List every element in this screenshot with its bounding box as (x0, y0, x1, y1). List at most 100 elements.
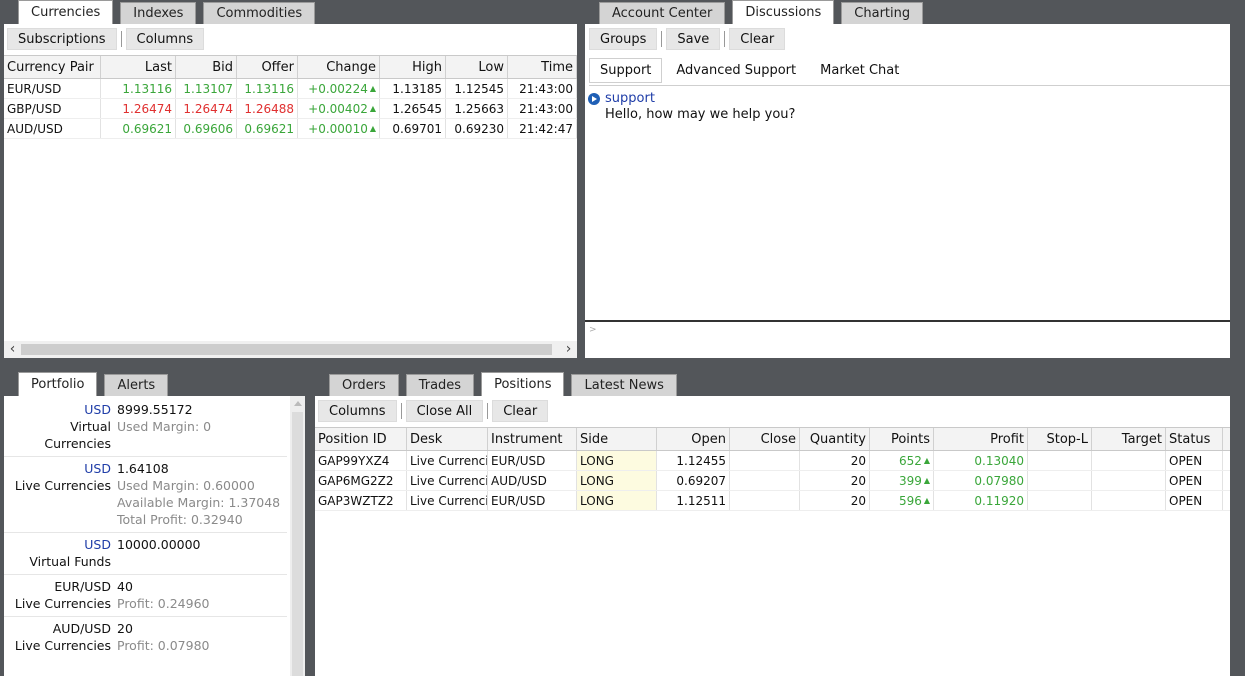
portfolio-amount: 20 (117, 621, 133, 636)
tab-orders[interactable]: Orders (329, 374, 399, 396)
triangle-up-icon: ▲ (369, 124, 376, 133)
column-header-bid[interactable]: Bid (176, 56, 237, 78)
time-cell: 21:42:47 (508, 119, 577, 138)
column-header-low[interactable]: Low (446, 56, 508, 78)
column-header-desk[interactable]: Desk (407, 428, 488, 450)
column-header-change[interactable]: Change (298, 56, 380, 78)
currency-row[interactable]: EUR/USD 1.13116 1.13107 1.13116 +0.00224… (4, 79, 577, 99)
tab-commodities[interactable]: Commodities (203, 2, 316, 24)
position-row[interactable]: GAP99YXZ4 Live Currencies EUR/USD LONG 1… (315, 451, 1230, 471)
column-header-close[interactable]: Close (730, 428, 800, 450)
portfolio-amount: 40 (117, 579, 133, 594)
high-cell: 0.69701 (380, 119, 446, 138)
column-header-last[interactable]: Last (101, 56, 176, 78)
groups-button[interactable]: Groups (589, 28, 658, 50)
status-cell: OPEN (1166, 491, 1223, 510)
points-value: 652 (898, 453, 922, 468)
status-cell: OPEN (1166, 451, 1223, 470)
column-header-position-id[interactable]: Position ID (315, 428, 407, 450)
triangle-up-icon: ▲ (369, 84, 376, 93)
position-row[interactable]: GAP6MG2Z2 Live Currencies AUD/USD LONG 0… (315, 471, 1230, 491)
clear-button[interactable]: Clear (729, 28, 786, 50)
currency-row[interactable]: GBP/USD 1.26474 1.26474 1.26488 +0.00402… (4, 99, 577, 119)
discussions-panel: Groups Save Clear Support Advanced Suppo… (585, 24, 1230, 358)
positions-toolbar: Columns Close All Clear (318, 400, 549, 422)
column-header-instrument[interactable]: Instrument (488, 428, 577, 450)
portfolio-detail: Available Margin: 1.37048 (117, 495, 281, 510)
stop-loss-cell (1028, 471, 1092, 490)
tab-alerts[interactable]: Alerts (104, 374, 169, 396)
column-header-offer[interactable]: Offer (237, 56, 298, 78)
points-value: 596 (898, 493, 922, 508)
column-header-high[interactable]: High (380, 56, 446, 78)
column-header-time[interactable]: Time (508, 56, 577, 78)
portfolio-category: Virtual Currencies (44, 419, 111, 451)
discussions-toolbar: Groups Save Clear (589, 28, 786, 50)
column-header-status[interactable]: Status (1166, 428, 1223, 450)
tab-portfolio[interactable]: Portfolio (18, 372, 98, 396)
save-button[interactable]: Save (666, 28, 721, 50)
column-header-stop-loss[interactable]: Stop-L (1028, 428, 1092, 450)
portfolio-entry[interactable]: EUR/USD Live Currencies 40 Profit: 0.249… (4, 575, 287, 617)
column-header-open[interactable]: Open (657, 428, 730, 450)
currencies-tabbar: Currencies Indexes Commodities (18, 0, 322, 24)
points-cell: 399 ▲ (870, 471, 934, 490)
chat-input[interactable]: > (585, 320, 1230, 358)
subtab-advanced-support[interactable]: Advanced Support (666, 59, 806, 82)
column-header-quantity[interactable]: Quantity (800, 428, 870, 450)
portfolio-entry[interactable]: USD Virtual Currencies 8999.55172 Used M… (4, 398, 287, 457)
columns-button[interactable]: Columns (318, 400, 397, 422)
position-id-cell: GAP99YXZ4 (315, 451, 407, 470)
portfolio-entry[interactable]: USD Live Currencies 1.64108 Used Margin:… (4, 457, 287, 533)
low-cell: 1.25663 (446, 99, 508, 118)
tab-account-center[interactable]: Account Center (599, 2, 726, 24)
subscriptions-button[interactable]: Subscriptions (7, 28, 117, 50)
desk-cell: Live Currencies (407, 491, 488, 510)
portfolio-entry[interactable]: AUD/USD Live Currencies 20 Profit: 0.079… (4, 617, 287, 658)
instrument-cell: EUR/USD (488, 491, 577, 510)
portfolio-category: Live Currencies (14, 478, 111, 493)
currency-pair-cell: AUD/USD (4, 119, 101, 138)
column-header-currency-pair[interactable]: Currency Pair (4, 56, 101, 78)
tab-discussions[interactable]: Discussions (732, 0, 835, 24)
close-all-button[interactable]: Close All (405, 400, 484, 422)
tab-positions[interactable]: Positions (481, 372, 565, 396)
subtab-support[interactable]: Support (589, 58, 663, 83)
columns-button[interactable]: Columns (125, 28, 205, 50)
chat-username[interactable]: support (605, 91, 655, 106)
portfolio-currency: EUR/USD (54, 579, 111, 594)
tab-trades[interactable]: Trades (405, 374, 475, 396)
bid-cell: 0.69606 (176, 119, 237, 138)
portfolio-entry[interactable]: USD Virtual Funds 10000.00000 (4, 533, 287, 575)
currencies-horizontal-scrollbar[interactable]: ‹ › (4, 341, 577, 358)
column-header-profit[interactable]: Profit (934, 428, 1028, 450)
tab-currencies[interactable]: Currencies (18, 0, 114, 24)
currency-row[interactable]: AUD/USD 0.69621 0.69606 0.69621 +0.00010… (4, 119, 577, 139)
column-header-side[interactable]: Side (577, 428, 657, 450)
open-cell: 1.12511 (657, 491, 730, 510)
change-cell: +0.00402 ▲ (298, 99, 380, 118)
portfolio-vertical-scrollbar[interactable] (290, 396, 305, 676)
scroll-up-icon[interactable] (294, 401, 302, 406)
quantity-cell: 20 (800, 491, 870, 510)
close-cell (730, 471, 800, 490)
portfolio-category: Live Currencies (14, 596, 111, 611)
subtab-market-chat[interactable]: Market Chat (810, 59, 909, 82)
tab-charting[interactable]: Charting (841, 2, 924, 24)
column-header-target[interactable]: Target (1092, 428, 1166, 450)
clear-button[interactable]: Clear (492, 400, 549, 422)
scrollbar-thumb[interactable] (21, 344, 552, 355)
tab-indexes[interactable]: Indexes (120, 2, 197, 24)
bid-cell: 1.26474 (176, 99, 237, 118)
scrollbar-thumb[interactable] (292, 412, 303, 676)
last-cell: 1.26474 (101, 99, 176, 118)
chat-subtabs: Support Advanced Support Market Chat (589, 56, 1230, 86)
scroll-right-icon[interactable]: › (560, 341, 577, 358)
position-row[interactable]: GAP3WZTZ2 Live Currencies EUR/USD LONG 1… (315, 491, 1230, 511)
tab-latest-news[interactable]: Latest News (571, 374, 677, 396)
column-header-points[interactable]: Points (870, 428, 934, 450)
triangle-up-icon: ▲ (923, 496, 930, 505)
toolbar-separator (120, 31, 122, 47)
chat-prompt: > (589, 325, 597, 335)
scroll-left-icon[interactable]: ‹ (4, 341, 21, 358)
